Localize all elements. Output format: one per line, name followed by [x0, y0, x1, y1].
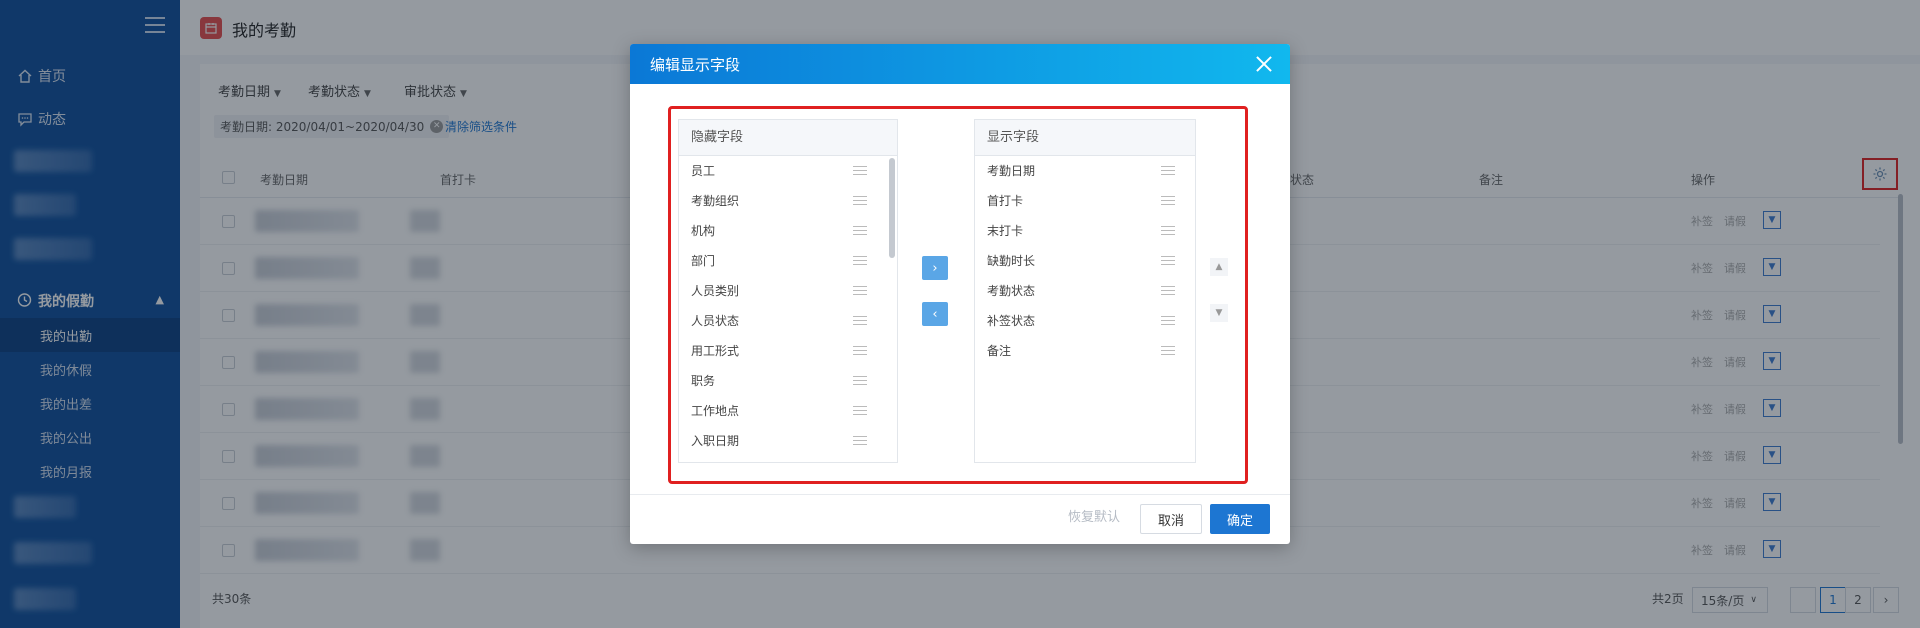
field-label: 用工形式	[691, 344, 740, 358]
field-label: 工作地点	[691, 404, 740, 418]
hidden-field-item[interactable]: 人员类别	[679, 276, 897, 306]
drag-handle-icon[interactable]	[1161, 226, 1175, 235]
drag-handle-icon[interactable]	[853, 226, 867, 235]
shown-field-item[interactable]: 缺勤时长	[975, 246, 1195, 276]
shown-field-item[interactable]: 考勤日期	[975, 156, 1195, 186]
drag-handle-icon[interactable]	[853, 286, 867, 295]
hidden-field-item[interactable]: 入职日期	[679, 426, 897, 456]
drag-handle-icon[interactable]	[853, 166, 867, 175]
field-label: 备注	[987, 344, 1012, 358]
field-label: 考勤日期	[987, 164, 1036, 178]
drag-handle-icon[interactable]	[853, 256, 867, 265]
field-label: 职务	[691, 374, 716, 388]
chevron-left-icon: ‹	[932, 306, 938, 322]
field-label: 首打卡	[987, 194, 1024, 208]
drag-handle-icon[interactable]	[1161, 256, 1175, 265]
hidden-fields-panel: 隐藏字段 员工考勤组织机构部门人员类别人员状态用工形式职务工作地点入职日期	[678, 119, 898, 463]
hidden-field-item[interactable]: 部门	[679, 246, 897, 276]
field-label: 补签状态	[987, 314, 1036, 328]
restore-default-button[interactable]: 恢复默认	[1068, 506, 1120, 525]
chevron-right-icon: ›	[932, 260, 938, 276]
field-label: 机构	[691, 224, 716, 238]
shown-field-item[interactable]: 补签状态	[975, 306, 1195, 336]
dialog-header: 编辑显示字段	[630, 44, 1290, 84]
triangle-down-icon: ▼	[1215, 308, 1223, 318]
move-right-button[interactable]: ›	[922, 256, 948, 280]
shown-fields-title: 显示字段	[975, 120, 1195, 156]
hidden-fields-scrollbar[interactable]	[889, 158, 895, 258]
hidden-field-item[interactable]: 考勤组织	[679, 186, 897, 216]
shown-field-item[interactable]: 末打卡	[975, 216, 1195, 246]
drag-handle-icon[interactable]	[853, 436, 867, 445]
field-label: 部门	[691, 254, 716, 268]
drag-handle-icon[interactable]	[853, 406, 867, 415]
drag-handle-icon[interactable]	[853, 376, 867, 385]
field-label: 末打卡	[987, 224, 1024, 238]
drag-handle-icon[interactable]	[1161, 166, 1175, 175]
drag-handle-icon[interactable]	[1161, 346, 1175, 355]
move-down-button[interactable]: ▼	[1210, 304, 1228, 322]
confirm-button[interactable]: 确定	[1210, 504, 1270, 534]
field-label: 员工	[691, 164, 716, 178]
shown-field-item[interactable]: 首打卡	[975, 186, 1195, 216]
field-label: 考勤组织	[691, 194, 740, 208]
hidden-field-item[interactable]: 用工形式	[679, 336, 897, 366]
drag-handle-icon[interactable]	[853, 316, 867, 325]
hidden-field-item[interactable]: 机构	[679, 216, 897, 246]
dialog-title: 编辑显示字段	[650, 56, 741, 74]
field-label: 缺勤时长	[987, 254, 1036, 268]
shown-fields-panel: 显示字段 考勤日期首打卡末打卡缺勤时长考勤状态补签状态备注	[974, 119, 1196, 463]
close-icon[interactable]	[1252, 52, 1276, 76]
field-label: 人员类别	[691, 284, 740, 298]
field-label: 考勤状态	[987, 284, 1036, 298]
hidden-field-item[interactable]: 职务	[679, 366, 897, 396]
drag-handle-icon[interactable]	[853, 346, 867, 355]
hidden-field-item[interactable]: 人员状态	[679, 306, 897, 336]
shown-field-item[interactable]: 备注	[975, 336, 1195, 366]
cancel-button[interactable]: 取消	[1140, 504, 1202, 534]
field-label: 入职日期	[691, 434, 740, 448]
drag-handle-icon[interactable]	[1161, 316, 1175, 325]
move-left-button[interactable]: ‹	[922, 302, 948, 326]
hidden-fields-title: 隐藏字段	[679, 120, 897, 156]
triangle-up-icon: ▲	[1215, 262, 1223, 272]
field-label: 人员状态	[691, 314, 740, 328]
hidden-field-item[interactable]: 工作地点	[679, 396, 897, 426]
drag-handle-icon[interactable]	[853, 196, 867, 205]
drag-handle-icon[interactable]	[1161, 286, 1175, 295]
hidden-field-item[interactable]: 员工	[679, 156, 897, 186]
shown-field-item[interactable]: 考勤状态	[975, 276, 1195, 306]
drag-handle-icon[interactable]	[1161, 196, 1175, 205]
move-up-button[interactable]: ▲	[1210, 258, 1228, 276]
edit-fields-dialog: 编辑显示字段 隐藏字段 员工考勤组织机构部门人员类别人员状态用工形式职务工作地点…	[630, 44, 1290, 544]
